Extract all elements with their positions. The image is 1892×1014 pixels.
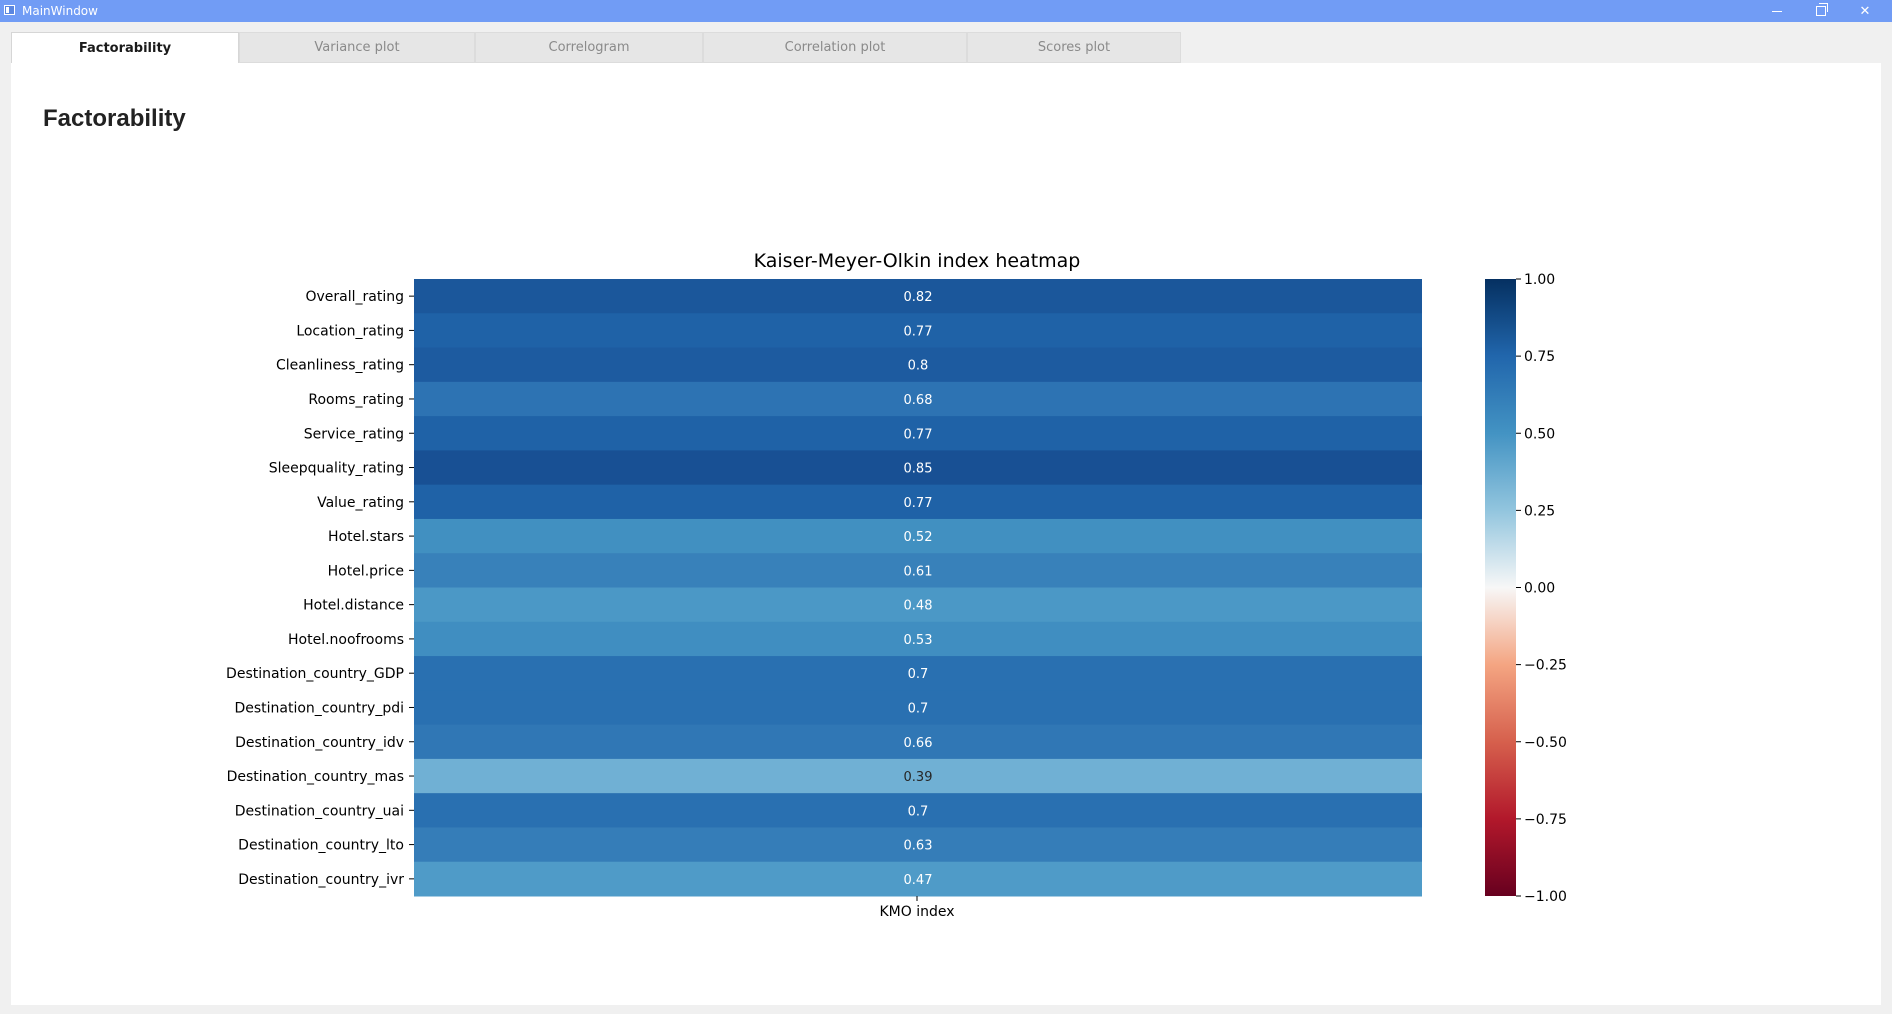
close-icon: ✕ (1859, 3, 1871, 19)
tab-label: Variance plot (314, 40, 400, 55)
tab-label: Correlogram (548, 40, 630, 55)
window-app-icon (4, 5, 15, 15)
tab-correlogram[interactable]: Correlogram (475, 32, 703, 63)
close-button[interactable]: ✕ (1843, 0, 1887, 22)
tab-factorability[interactable]: Factorability (11, 32, 239, 64)
tab-variance-plot[interactable]: Variance plot (239, 32, 475, 63)
page-title: Factorability (43, 105, 186, 132)
tab-correlation-plot[interactable]: Correlation plot (703, 32, 967, 63)
tab-label: Correlation plot (784, 40, 886, 55)
tab-scores-plot[interactable]: Scores plot (967, 32, 1181, 63)
title-bar: MainWindow ✕ (0, 0, 1892, 22)
restore-button[interactable] (1799, 0, 1843, 22)
tab-label: Scores plot (1037, 40, 1111, 55)
minimize-button[interactable] (1755, 0, 1799, 22)
tab-content-panel: Factorability (11, 63, 1881, 1005)
restore-icon (1816, 3, 1828, 16)
window-title: MainWindow (22, 4, 98, 18)
tab-label: Factorability (78, 41, 172, 56)
minimize-icon (1772, 10, 1782, 12)
